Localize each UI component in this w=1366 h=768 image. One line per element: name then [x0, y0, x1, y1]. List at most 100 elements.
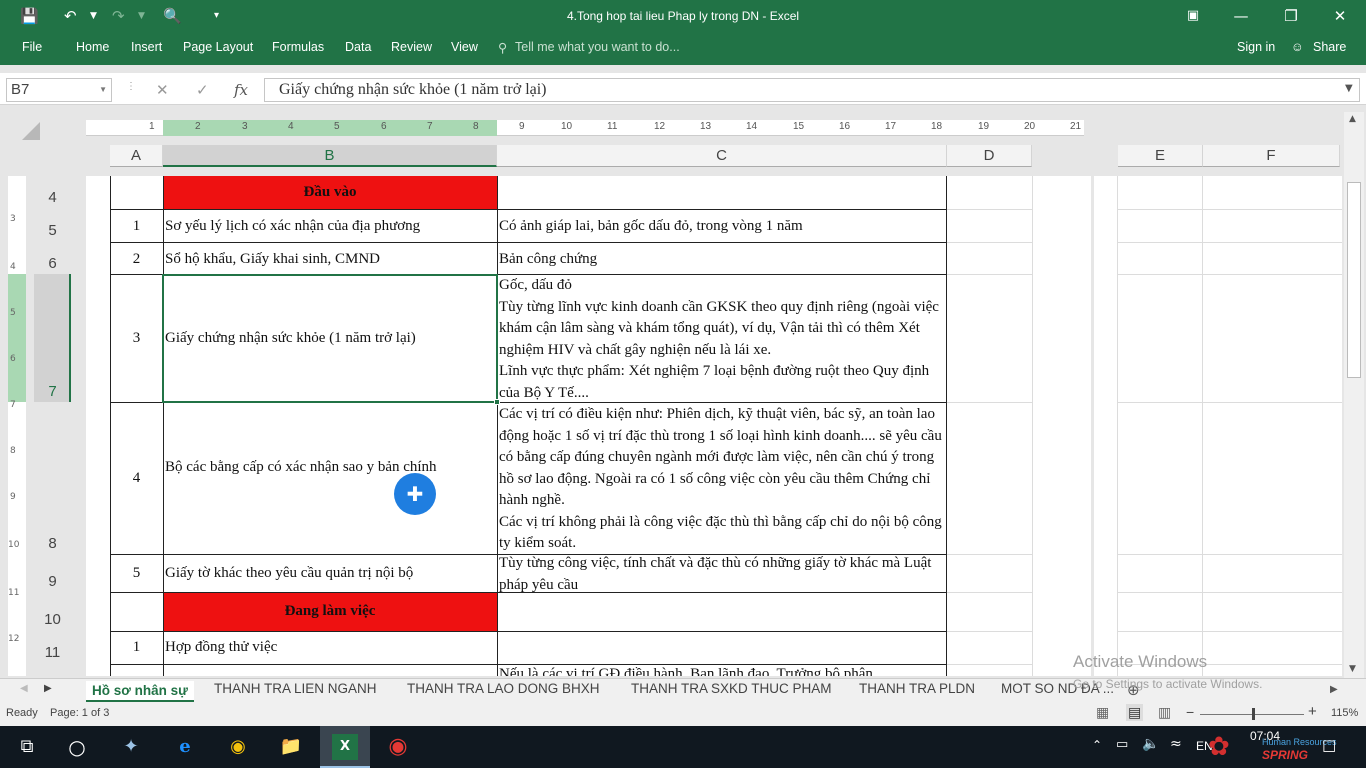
- cursor-icon: ✚: [394, 473, 436, 515]
- notification-icon[interactable]: □: [1322, 736, 1336, 754]
- name-box[interactable]: B7 ▼: [6, 78, 112, 102]
- sheet-tab-thanh-tra-sxkd[interactable]: THANH TRA SXKD THUC PHAM: [631, 681, 832, 696]
- page-break-view-icon[interactable]: ▥: [1158, 704, 1171, 721]
- vertical-scrollbar[interactable]: ▲ ▼: [1344, 112, 1364, 678]
- sheet-tab-ho-so-nhan-su[interactable]: Hồ sơ nhân sự: [86, 681, 194, 702]
- lightbulb-icon: ⚲: [498, 41, 508, 55]
- tab-insert[interactable]: Insert: [131, 40, 162, 54]
- cell-note[interactable]: Các vị trí có điều kiện như: Phiên dịch,…: [499, 404, 945, 554]
- row-header-7[interactable]: 7: [34, 383, 71, 400]
- tab-data[interactable]: Data: [345, 40, 371, 54]
- sheet-tab-thanh-tra-lien-nganh[interactable]: THANH TRA LIEN NGANH: [214, 681, 377, 696]
- tab-review[interactable]: Review: [391, 40, 432, 54]
- battery-icon[interactable]: ▭: [1116, 737, 1128, 752]
- cell-document[interactable]: Hợp đồng thử việc: [165, 637, 495, 659]
- close-button[interactable]: ✕: [1320, 4, 1360, 28]
- row-header-6[interactable]: 6: [34, 255, 71, 272]
- file-explorer-icon[interactable]: 📁: [278, 734, 304, 760]
- gridline: [1117, 242, 1342, 243]
- cell-note[interactable]: Gốc, dấu đỏ Tùy từng lĩnh vực kinh doanh…: [499, 275, 945, 401]
- cell-no[interactable]: 2: [110, 249, 163, 271]
- share-button[interactable]: Share: [1313, 40, 1346, 54]
- expand-formula-bar-icon[interactable]: ▼: [1345, 83, 1353, 94]
- row-header-8[interactable]: 8: [34, 535, 71, 552]
- column-header-b[interactable]: B: [163, 145, 497, 167]
- tab-home[interactable]: Home: [76, 40, 109, 54]
- cell-document[interactable]: Giấy tờ khác theo yêu cầu quản trị nội b…: [165, 563, 495, 585]
- column-header-d[interactable]: D: [947, 145, 1032, 167]
- enter-icon[interactable]: ✓: [196, 81, 209, 99]
- cell-document[interactable]: Sổ hộ khẩu, Giấy khai sinh, CMND: [165, 249, 495, 271]
- tab-view[interactable]: View: [451, 40, 478, 54]
- name-box-dropdown-icon[interactable]: ▼: [99, 79, 107, 101]
- scroll-down-icon[interactable]: ▼: [1349, 664, 1356, 674]
- hscroll-right-icon[interactable]: ▶: [1330, 684, 1338, 695]
- sheet-tab-thanh-tra-pldn[interactable]: THANH TRA PLDN: [859, 681, 975, 696]
- tab-file[interactable]: File: [22, 40, 42, 54]
- tell-me-box[interactable]: Tell me what you want to do...: [515, 40, 680, 54]
- ruler-number: 13: [700, 121, 712, 132]
- gridline: [947, 274, 1032, 275]
- column-header-c[interactable]: C: [497, 145, 947, 167]
- cell-no[interactable]: 1: [110, 216, 163, 238]
- worksheet-next-page[interactable]: [1094, 176, 1342, 676]
- excel-icon[interactable]: X: [332, 734, 358, 760]
- sign-in-link[interactable]: Sign in: [1237, 40, 1275, 54]
- cell-note[interactable]: Có ảnh giáp lai, bản gốc dấu đỏ, trong v…: [499, 216, 945, 238]
- header-working-cell[interactable]: Đang làm việc: [163, 592, 497, 631]
- scroll-tabs-left-icon[interactable]: ◀: [20, 683, 28, 694]
- cell-note[interactable]: Tùy từng công việc, tính chất và đặc thù…: [499, 553, 945, 593]
- app-rocket-icon[interactable]: ✦: [118, 734, 144, 760]
- cell-note[interactable]: Bản công chứng: [499, 249, 945, 271]
- row-header-5[interactable]: 5: [34, 222, 71, 239]
- cortana-icon[interactable]: ○: [64, 734, 90, 760]
- minimize-button[interactable]: —: [1221, 4, 1261, 28]
- cell-no[interactable]: 4: [110, 468, 163, 490]
- ruler-number: 11: [607, 121, 618, 132]
- cell-document[interactable]: Sơ yếu lý lịch có xác nhận của địa phươn…: [165, 216, 495, 238]
- worksheet-page[interactable]: Đầu vào Đang làm việc 1 Sơ yếu lý lịch c…: [86, 176, 1091, 676]
- scroll-up-icon[interactable]: ▲: [1349, 114, 1356, 124]
- zoom-out-icon[interactable]: −: [1186, 704, 1194, 720]
- row-header-10[interactable]: 10: [34, 611, 71, 628]
- select-all-corner[interactable]: [22, 122, 40, 140]
- chrome-icon[interactable]: ◉: [225, 734, 251, 760]
- page-layout-view-icon[interactable]: ▤: [1126, 704, 1144, 721]
- zoom-in-icon[interactable]: +: [1308, 703, 1317, 720]
- ribbon-display-options-icon[interactable]: ▣: [1173, 4, 1213, 28]
- insert-function-icon[interactable]: fx: [234, 81, 248, 99]
- cell-no[interactable]: 1: [110, 637, 163, 659]
- column-header-a[interactable]: A: [110, 145, 163, 167]
- scroll-thumb[interactable]: [1347, 182, 1361, 378]
- name-box-value: B7: [11, 81, 30, 98]
- header-input-cell[interactable]: Đầu vào: [163, 176, 497, 209]
- edge-icon[interactable]: e: [172, 734, 198, 760]
- scroll-tabs-right-icon[interactable]: ▶: [44, 683, 52, 694]
- cell-no[interactable]: 3: [110, 328, 163, 350]
- column-header-f[interactable]: F: [1203, 145, 1340, 167]
- activate-windows-subtitle: Go to Settings to activate Windows.: [1073, 677, 1263, 691]
- zoom-level[interactable]: 115%: [1331, 707, 1358, 719]
- ruler-number: 3: [242, 121, 248, 132]
- cell-note[interactable]: Nếu là các vị trí GĐ điều hành, Ban lãnh…: [499, 664, 945, 676]
- row-header-11[interactable]: 11: [34, 644, 71, 661]
- network-icon[interactable]: ≈: [1170, 736, 1182, 752]
- ruler-number: 2: [195, 121, 201, 132]
- row-header-4[interactable]: 4: [34, 189, 71, 206]
- show-hidden-icons[interactable]: ⌃: [1092, 738, 1102, 752]
- cell-no[interactable]: 5: [110, 563, 163, 585]
- row-header-9[interactable]: 9: [34, 573, 71, 590]
- cell-document[interactable]: Bộ các bằng cấp có xác nhận sao y bản ch…: [165, 457, 495, 479]
- cancel-icon[interactable]: ✕: [156, 81, 169, 99]
- volume-icon[interactable]: 🔈: [1142, 736, 1159, 752]
- zoom-slider-thumb[interactable]: [1252, 708, 1255, 720]
- recorder-icon[interactable]: ◉: [385, 734, 411, 760]
- tab-formulas[interactable]: Formulas: [272, 40, 324, 54]
- normal-view-icon[interactable]: ▦: [1096, 704, 1109, 721]
- tab-page-layout[interactable]: Page Layout: [183, 40, 253, 54]
- column-header-e[interactable]: E: [1118, 145, 1203, 167]
- restore-button[interactable]: ❐: [1271, 4, 1311, 28]
- sheet-tab-thanh-tra-lao-dong[interactable]: THANH TRA LAO DONG BHXH: [407, 681, 600, 696]
- formula-input[interactable]: Giấy chứng nhận sức khỏe (1 năm trở lại): [264, 78, 1360, 102]
- windows-start-icon[interactable]: ⧉: [14, 734, 40, 760]
